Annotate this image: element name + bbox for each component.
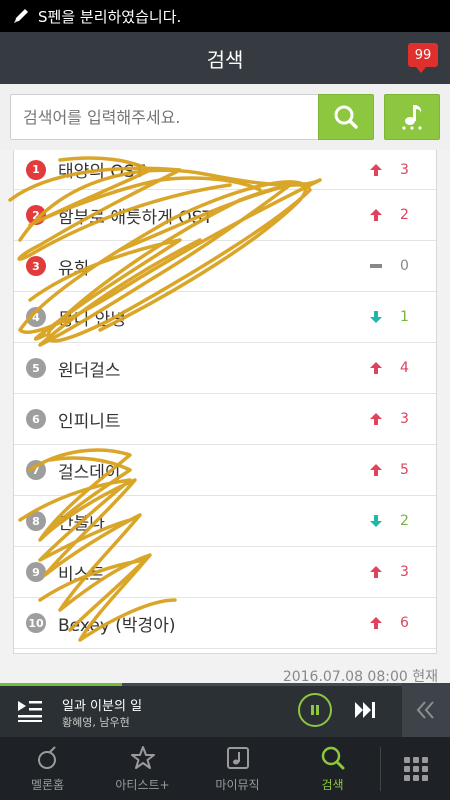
ranking-row[interactable]: 8 간불나 2 (14, 496, 436, 547)
rank-change: 2 (400, 513, 409, 529)
ranking-keyword[interactable]: 태양의 OST (58, 157, 145, 182)
ranking-row[interactable]: 6 인피니트 3 (14, 394, 436, 445)
rank-change: 5 (400, 462, 409, 478)
app-header: 검색 99 (0, 32, 450, 84)
pause-button[interactable] (298, 693, 332, 727)
rank-up-icon (369, 412, 383, 426)
rank-change: 1 (400, 309, 409, 325)
rank-up-icon (369, 361, 383, 375)
tab-artist-plus[interactable]: 아티스트+ (95, 737, 190, 800)
rank-change: 2 (400, 207, 409, 223)
ranking-keyword[interactable]: 함부로 애틋하게 OST (58, 203, 213, 228)
pause-icon (311, 705, 319, 715)
tab-label: 아티스트+ (115, 778, 170, 792)
search-bar (0, 84, 450, 150)
ranking-row[interactable]: 10 Bexey (박경아) 6 (14, 598, 436, 649)
ranking-row[interactable]: 2 함부로 애틋하게 OST 2 (14, 190, 436, 241)
rank-badge: 8 (26, 511, 46, 531)
ranking-row[interactable]: 7 걸스데이 5 (14, 445, 436, 496)
status-message: S펜을 분리하였습니다. (38, 7, 182, 26)
search-icon (334, 105, 358, 129)
status-bar: S펜을 분리하였습니다. (0, 0, 450, 32)
tab-search[interactable]: 검색 (285, 737, 380, 800)
next-track-button[interactable] (352, 699, 378, 721)
rank-badge: 5 (26, 358, 46, 378)
double-chevron-left-icon (416, 701, 434, 719)
now-playing-artist: 황혜영, 남우현 (62, 716, 130, 729)
my-music-icon (224, 744, 252, 772)
tab-melon-home[interactable]: 멜론홈 (0, 737, 95, 800)
rank-change: 3 (400, 161, 409, 178)
ranking-keyword[interactable]: 인피니트 (58, 407, 121, 432)
mini-player[interactable]: 일과 이분의 일 황혜영, 남우현 (0, 683, 450, 737)
app-menu-button[interactable] (381, 737, 450, 800)
ranking-row[interactable]: 5 원더걸스 4 (14, 343, 436, 394)
rank-change: 6 (400, 615, 409, 631)
rank-up-icon (369, 163, 383, 177)
tab-my-music[interactable]: 마이뮤직 (190, 737, 285, 800)
pen-icon (12, 7, 30, 25)
rank-up-icon (369, 463, 383, 477)
ranking-row[interactable]: 3 유희 0 (14, 241, 436, 292)
rank-change: 3 (400, 564, 409, 580)
rank-badge: 3 (26, 256, 46, 276)
search-icon (319, 744, 347, 772)
music-note-icon (402, 105, 422, 130)
search-ranking-list: 1 태양의 OST 3 2 함부로 애틋하게 OST 2 3 유희 0 4 몽니 안녕 1 5 원더걸스 4… (13, 150, 437, 654)
grid-menu-icon (403, 756, 428, 781)
tab-label: 마이뮤직 (215, 778, 260, 792)
rank-up-icon (369, 616, 383, 630)
rank-change: 3 (400, 411, 409, 427)
skip-next-icon (355, 702, 375, 718)
rank-badge: 9 (26, 562, 46, 582)
melon-home-icon (34, 744, 62, 772)
rank-change: 0 (400, 258, 409, 274)
player-collapse-button[interactable] (402, 683, 450, 737)
ranking-keyword[interactable]: 간불나 (58, 509, 105, 534)
rank-badge: 10 (26, 613, 46, 633)
bottom-tab-bar: 멜론홈 아티스트+ 마이뮤직 검색 (0, 737, 450, 800)
ranking-keyword[interactable]: Bexey (박경아) (58, 611, 175, 636)
ranking-keyword[interactable]: 걸스데이 (58, 458, 121, 483)
page-title: 검색 (206, 47, 244, 72)
rank-badge: 7 (26, 460, 46, 480)
rank-badge: 4 (26, 307, 46, 327)
playlist-icon[interactable] (16, 697, 44, 723)
ranking-keyword[interactable]: 비스트 (58, 560, 105, 585)
ranking-keyword[interactable]: 몽니 안녕 (58, 305, 126, 330)
star-icon (129, 744, 157, 772)
rank-badge: 1 (26, 159, 46, 180)
ranking-row[interactable]: 4 몽니 안녕 1 (14, 292, 436, 343)
music-recognition-button[interactable] (384, 94, 440, 140)
ranking-keyword[interactable]: 유희 (58, 254, 89, 279)
ranking-row[interactable]: 9 비스트 3 (14, 547, 436, 598)
search-input[interactable] (10, 94, 318, 140)
now-playing-title[interactable]: 일과 이분의 일 (62, 695, 142, 714)
rank-down-icon (369, 514, 383, 528)
search-button[interactable] (318, 94, 374, 140)
rank-badge: 6 (26, 409, 46, 429)
rank-down-icon (369, 310, 383, 324)
notification-badge[interactable]: 99 (408, 43, 438, 73)
rank-change: 4 (400, 360, 409, 376)
rank-badge: 2 (26, 205, 46, 225)
ranking-keyword[interactable]: 원더걸스 (58, 356, 121, 381)
rank-up-icon (369, 565, 383, 579)
playback-progress[interactable] (0, 683, 122, 686)
tab-label: 검색 (321, 778, 344, 792)
rank-up-icon (369, 208, 383, 222)
tab-label: 멜론홈 (30, 778, 65, 792)
ranking-row[interactable]: 1 태양의 OST 3 (14, 150, 436, 190)
rank-same-icon (369, 259, 383, 273)
